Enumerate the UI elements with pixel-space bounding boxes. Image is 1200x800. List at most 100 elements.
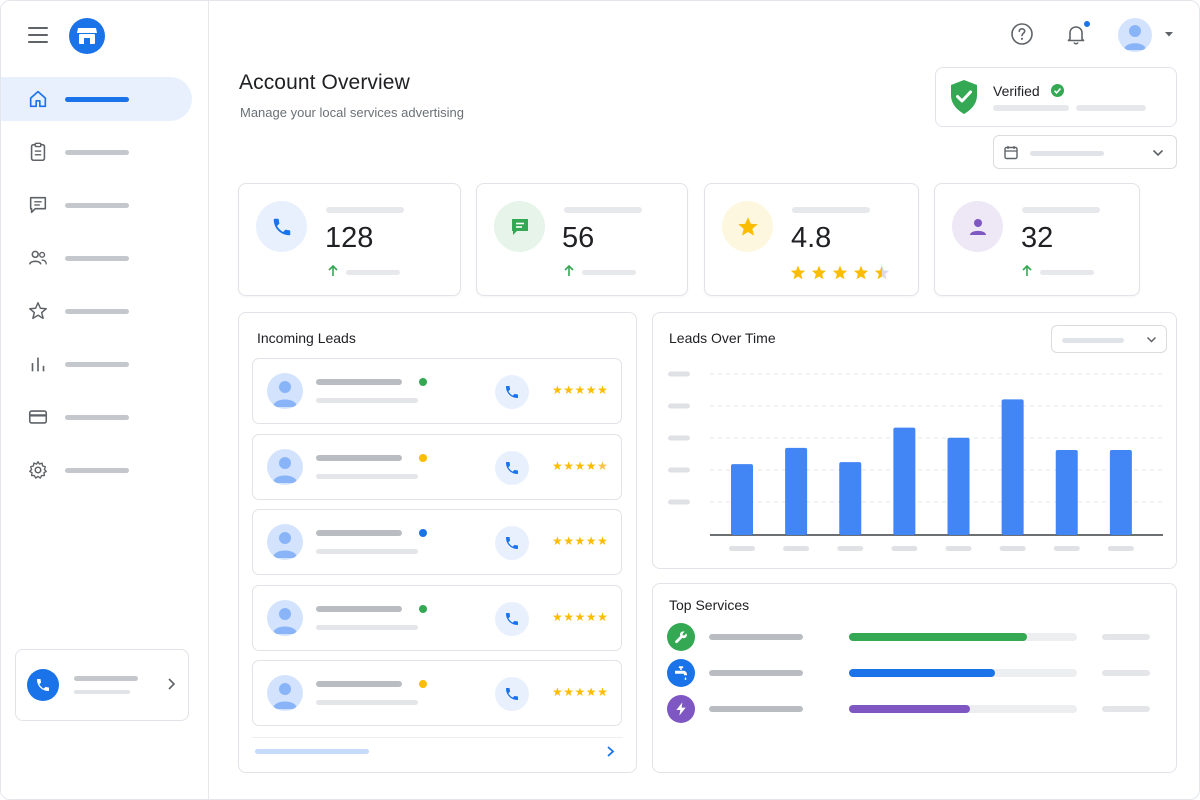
avatar bbox=[267, 675, 303, 711]
lead-detail bbox=[316, 624, 418, 630]
star-icon: ★ bbox=[552, 383, 564, 397]
account-dropdown-icon[interactable] bbox=[1164, 31, 1174, 38]
service-value bbox=[1102, 706, 1150, 712]
x-tick-label bbox=[783, 546, 810, 551]
star-icon: ★ bbox=[552, 534, 564, 548]
avatar[interactable] bbox=[1118, 18, 1152, 52]
call-lead-button[interactable] bbox=[495, 526, 529, 560]
stat-value: 4.8 bbox=[791, 222, 832, 254]
call-lead-button[interactable] bbox=[495, 677, 529, 711]
sidebar-item-reports[interactable] bbox=[1, 342, 209, 386]
sidebar-item-messages[interactable] bbox=[1, 183, 209, 227]
service-row[interactable] bbox=[667, 622, 1167, 652]
star-icon: ★ bbox=[597, 458, 609, 473]
lead-rating: ★★★★★ bbox=[552, 685, 608, 699]
lead-row[interactable]: ★★★★★ bbox=[252, 509, 622, 575]
service-name bbox=[709, 634, 803, 640]
lead-rating: ★★★★★ bbox=[552, 383, 608, 397]
sidebar-item-leads[interactable] bbox=[1, 130, 209, 174]
top-services-panel: Top Services bbox=[652, 583, 1177, 773]
service-name bbox=[709, 706, 803, 712]
call-lead-button[interactable] bbox=[495, 450, 529, 485]
arrow-up-icon bbox=[564, 264, 574, 276]
stat-label bbox=[792, 207, 870, 213]
lead-row[interactable]: ★★★★★ bbox=[252, 660, 622, 726]
lead-name bbox=[316, 454, 402, 461]
call-lead-button[interactable] bbox=[495, 375, 529, 409]
star-icon: ★ bbox=[585, 609, 598, 624]
star-icon: ★ bbox=[585, 383, 598, 397]
lead-row[interactable]: ★★★★★ bbox=[252, 358, 622, 424]
status-dot bbox=[419, 680, 427, 688]
avatar bbox=[267, 448, 303, 485]
calendar-icon bbox=[1004, 146, 1018, 160]
sidebar-item-billing[interactable] bbox=[1, 395, 209, 439]
chart-bar[interactable] bbox=[1001, 399, 1024, 535]
star-icon: ★ bbox=[552, 458, 564, 473]
rating-stars bbox=[790, 265, 890, 280]
service-row[interactable] bbox=[667, 694, 1167, 724]
help-icon[interactable] bbox=[1010, 22, 1034, 46]
arrow-up-icon bbox=[328, 264, 338, 276]
chart-bar[interactable] bbox=[947, 437, 970, 535]
view-all-leads-link[interactable] bbox=[255, 749, 369, 754]
stat-value: 128 bbox=[325, 222, 374, 254]
star-icon: ★ bbox=[563, 458, 575, 473]
star-icon bbox=[790, 265, 806, 280]
service-progress-fill bbox=[849, 705, 970, 713]
service-row[interactable] bbox=[667, 658, 1167, 688]
star-icon: ★ bbox=[563, 609, 575, 624]
x-tick-label bbox=[1053, 546, 1080, 551]
y-tick-label bbox=[668, 499, 690, 505]
stat-card-messages[interactable]: 56 bbox=[476, 183, 688, 296]
stat-card-rating[interactable]: 4.8 bbox=[704, 183, 919, 296]
storefront-logo[interactable] bbox=[69, 18, 105, 54]
chart-bar[interactable] bbox=[1055, 449, 1078, 535]
star-icon: ★ bbox=[563, 383, 575, 397]
notification-badge bbox=[1083, 20, 1091, 28]
menu-icon[interactable] bbox=[25, 23, 51, 47]
status-dot bbox=[419, 529, 427, 537]
lead-rating: ★★★★★ bbox=[552, 610, 608, 624]
app-window: Account Overview Manage your local servi… bbox=[0, 0, 1200, 800]
service-progress-fill bbox=[849, 633, 1027, 641]
sidebar-item-home[interactable] bbox=[1, 77, 192, 121]
sidebar-item-settings[interactable] bbox=[1, 448, 209, 492]
faucet-icon bbox=[667, 659, 695, 687]
date-range-select[interactable] bbox=[993, 135, 1177, 169]
sidebar-item-customers[interactable] bbox=[1, 236, 209, 280]
shield-check-icon bbox=[951, 80, 977, 114]
lead-row[interactable]: ★★★★★ bbox=[252, 433, 622, 500]
y-tick-label bbox=[668, 371, 690, 377]
stat-trend bbox=[1040, 270, 1094, 275]
star-icon bbox=[853, 265, 869, 280]
star-icon bbox=[29, 302, 47, 320]
lead-row[interactable]: ★★★★★ bbox=[252, 584, 622, 651]
chart-bar[interactable] bbox=[839, 462, 862, 535]
verified-badge-card: Verified bbox=[935, 67, 1177, 127]
y-tick-label bbox=[668, 435, 690, 441]
panel-title: Top Services bbox=[669, 597, 750, 613]
chart-bar[interactable] bbox=[785, 447, 808, 535]
lead-name bbox=[316, 379, 402, 385]
chart-bar[interactable] bbox=[1109, 449, 1132, 535]
message-icon bbox=[29, 196, 47, 214]
status-dot bbox=[419, 604, 427, 613]
divider bbox=[252, 737, 623, 738]
lead-name bbox=[316, 681, 402, 687]
chart-bar[interactable] bbox=[731, 464, 753, 535]
stat-card-calls[interactable]: 128 bbox=[238, 183, 461, 296]
service-progress-track bbox=[849, 633, 1077, 641]
verified-detail bbox=[1076, 105, 1146, 111]
sidebar-item-reviews[interactable] bbox=[1, 289, 209, 333]
star-half-icon bbox=[874, 265, 890, 280]
call-lead-button[interactable] bbox=[495, 601, 529, 636]
chevron-right-icon[interactable] bbox=[606, 745, 615, 758]
storefront-icon bbox=[77, 28, 97, 44]
sidebar-item-label bbox=[65, 415, 129, 420]
call-support-card[interactable] bbox=[15, 649, 189, 721]
stat-card-customers[interactable]: 32 bbox=[934, 183, 1140, 296]
chevron-right-icon bbox=[168, 678, 176, 690]
chart-bar[interactable] bbox=[893, 427, 916, 535]
sidebar-item-label bbox=[65, 256, 129, 261]
